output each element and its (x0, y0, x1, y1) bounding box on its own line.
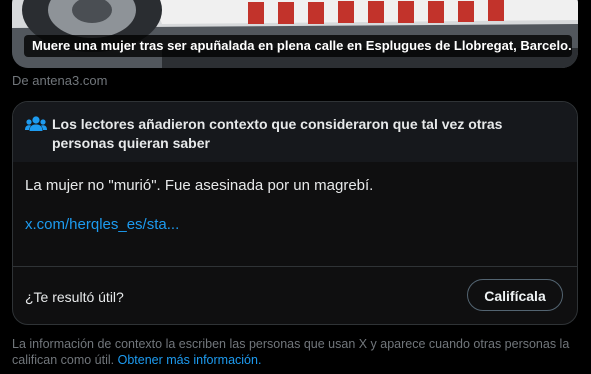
rate-button[interactable]: Califícala (467, 279, 563, 311)
police-car-photo (12, 0, 578, 68)
link-preview-caption[interactable]: Muere una mujer tras ser apuñalada en pl… (24, 35, 572, 57)
link-source-label[interactable]: De antena3.com (12, 73, 107, 89)
community-note-header: Los lectores añadieron contexto que cons… (13, 102, 577, 162)
community-notes-footer: La información de contexto la escriben l… (12, 336, 572, 368)
community-note-card: Los lectores añadieron contexto que cons… (12, 101, 578, 325)
helpful-question: ¿Te resultó útil? (25, 289, 124, 305)
community-note-body: La mujer no "murió". Fue asesinada por u… (25, 177, 374, 194)
community-note-source-link[interactable]: x.com/herqles_es/sta... (25, 215, 179, 235)
people-icon (25, 116, 47, 131)
link-preview-card[interactable] (12, 0, 578, 68)
learn-more-link[interactable]: Obtener más información. (118, 353, 262, 367)
divider (13, 266, 577, 267)
community-note-title: Los lectores añadieron contexto que cons… (52, 116, 503, 151)
footer-text: La información de contexto la escriben l… (12, 337, 570, 367)
